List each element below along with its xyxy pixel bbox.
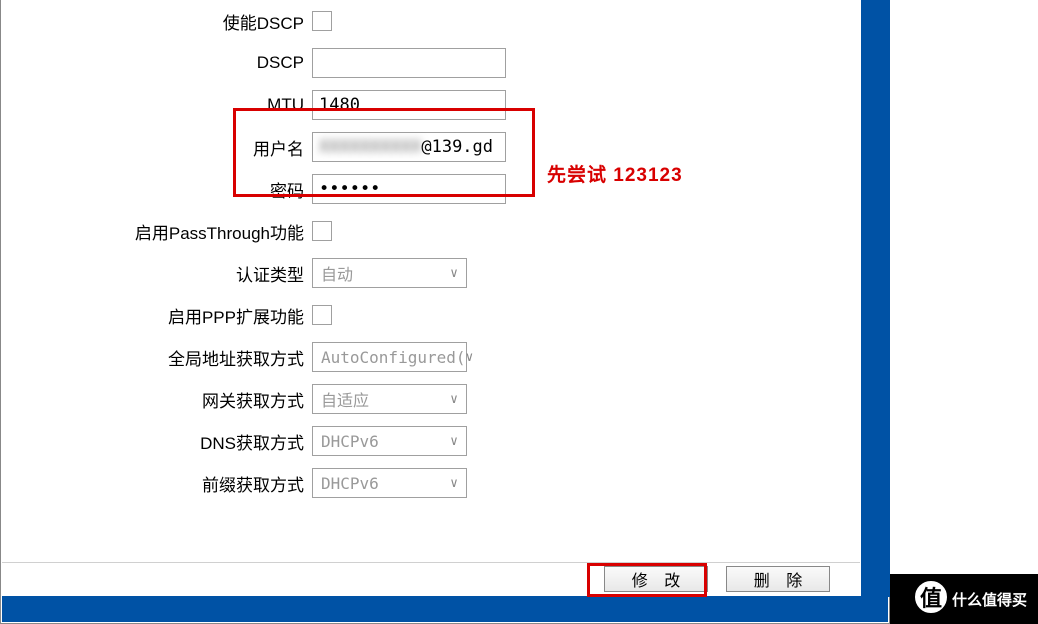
password-label: 密码: [2, 177, 312, 202]
right-white-area: [890, 0, 1038, 597]
gateway-select[interactable]: 自适应 ∨: [312, 384, 467, 414]
ppp-ext-label: 启用PPP扩展功能: [2, 303, 312, 328]
annotation-text: 先尝试 123123: [547, 160, 683, 187]
auth-type-label: 认证类型: [2, 261, 312, 286]
dscp-input[interactable]: [312, 48, 506, 78]
global-addr-label: 全局地址获取方式: [2, 345, 312, 370]
button-bar: 修 改 删 除: [2, 562, 860, 596]
chevron-down-icon: ∨: [450, 392, 458, 407]
delete-button[interactable]: 删 除: [726, 566, 830, 592]
watermark-badge-icon: 值: [912, 578, 950, 616]
prefix-label: 前缀获取方式: [2, 471, 312, 496]
global-addr-select[interactable]: AutoConfigured( ∨: [312, 342, 467, 372]
form-area: 使能DSCP DSCP MTU 用户名 XXXXXXXXXX@139.gd: [2, 0, 860, 597]
chevron-down-icon: ∨: [450, 266, 458, 281]
dns-label: DNS获取方式: [2, 429, 312, 454]
chevron-down-icon: ∨: [450, 434, 458, 449]
mtu-input[interactable]: [312, 90, 506, 120]
modify-button[interactable]: 修 改: [604, 566, 708, 592]
mtu-label: MTU: [2, 95, 312, 115]
passthrough-label: 启用PassThrough功能: [2, 219, 312, 244]
blue-bottom-bar: [2, 596, 888, 622]
prefix-select[interactable]: DHCPv6 ∨: [312, 468, 467, 498]
ppp-ext-checkbox[interactable]: [312, 305, 332, 325]
chevron-down-icon: ∨: [450, 476, 458, 491]
username-label: 用户名: [2, 135, 312, 160]
auth-type-select[interactable]: 自动 ∨: [312, 258, 467, 288]
passthrough-checkbox[interactable]: [312, 221, 332, 241]
dns-select[interactable]: DHCPv6 ∨: [312, 426, 467, 456]
dscp-label: DSCP: [2, 53, 312, 73]
blue-side-bar: [861, 0, 891, 597]
username-input[interactable]: XXXXXXXXXX@139.gd: [312, 132, 506, 162]
gateway-label: 网关获取方式: [2, 387, 312, 412]
enable-dscp-checkbox[interactable]: [312, 11, 332, 31]
watermark-text: 什么值得买: [952, 589, 1038, 610]
enable-dscp-label: 使能DSCP: [2, 9, 312, 34]
password-input[interactable]: ••••••: [312, 174, 506, 204]
chevron-down-icon: ∨: [466, 350, 474, 365]
